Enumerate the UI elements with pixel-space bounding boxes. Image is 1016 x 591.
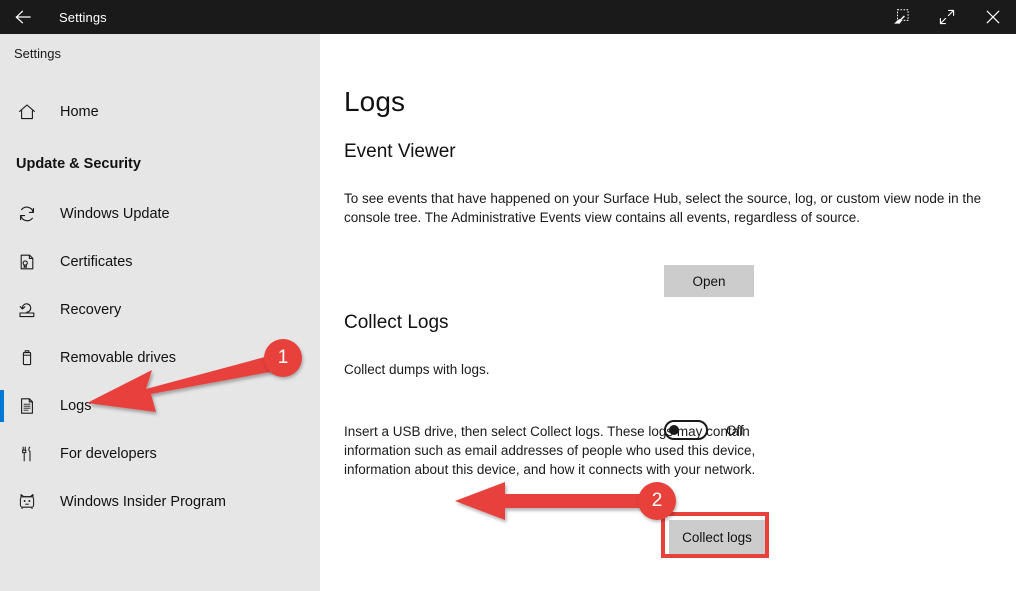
event-viewer-description: To see events that have happened on your…: [344, 191, 982, 225]
sidebar-item-certificates[interactable]: Certificates: [0, 238, 320, 286]
sidebar-item-label: For developers: [60, 446, 157, 462]
sidebar-item-windows-insider-program[interactable]: Windows Insider Program: [0, 478, 320, 526]
sidebar-item-label: Home: [60, 104, 99, 120]
title-bar: Settings: [0, 0, 1016, 34]
ink-workspace-icon: [892, 8, 910, 26]
breadcrumb: Settings: [14, 46, 61, 61]
sidebar-section-title: Update & Security: [16, 156, 141, 172]
event-viewer-heading: Event Viewer: [344, 141, 456, 162]
developer-tools-icon: [16, 443, 38, 465]
ink-workspace-button[interactable]: [878, 0, 924, 34]
collect-logs-button[interactable]: Collect logs: [669, 520, 765, 554]
close-button[interactable]: [970, 0, 1016, 34]
sidebar-item-label: Logs: [60, 398, 92, 414]
maximize-button[interactable]: [924, 0, 970, 34]
sidebar-item-label: Windows Insider Program: [60, 494, 226, 510]
expand-icon: [938, 8, 956, 26]
close-icon: [984, 8, 1002, 26]
sidebar-item-recovery[interactable]: Recovery: [0, 286, 320, 334]
sidebar-item-removable-drives[interactable]: Removable drives: [0, 334, 320, 382]
open-button[interactable]: Open: [664, 265, 754, 297]
main-content: Logs Event Viewer To see events that hav…: [320, 34, 1016, 591]
sidebar-item-label: Recovery: [60, 302, 122, 318]
collect-logs-highlight: Collect logs: [661, 512, 769, 558]
settings-window: Settings Settings Home Update & Security…: [0, 0, 1016, 591]
collect-logs-heading: Collect Logs: [344, 312, 449, 333]
document-icon: [16, 395, 38, 417]
sidebar-item-logs[interactable]: Logs: [0, 382, 320, 430]
certificate-icon: [16, 251, 38, 273]
refresh-icon: [16, 203, 38, 225]
window-title: Settings: [59, 9, 107, 25]
insider-cat-icon: [16, 491, 38, 513]
page-title: Logs: [344, 86, 406, 117]
sidebar-item-label: Certificates: [60, 254, 133, 270]
sidebar-item-home[interactable]: Home: [0, 86, 320, 138]
sidebar-item-label: Removable drives: [60, 350, 177, 366]
back-button[interactable]: [0, 0, 46, 34]
recovery-icon: [16, 299, 38, 321]
usb-drive-icon: [16, 347, 38, 369]
collect-logs-description: Insert a USB drive, then select Collect …: [344, 424, 756, 477]
home-icon: [16, 101, 38, 123]
navigation-list: Home Update & Security Windows Update Ce…: [0, 86, 320, 526]
back-arrow-icon: [13, 7, 33, 27]
sidebar: Settings Home Update & Security Windows …: [0, 34, 320, 591]
sidebar-item-windows-update[interactable]: Windows Update: [0, 190, 320, 238]
sidebar-item-label: Windows Update: [60, 206, 170, 222]
sidebar-item-for-developers[interactable]: For developers: [0, 430, 320, 478]
collect-dumps-label: Collect dumps with logs.: [344, 362, 490, 377]
